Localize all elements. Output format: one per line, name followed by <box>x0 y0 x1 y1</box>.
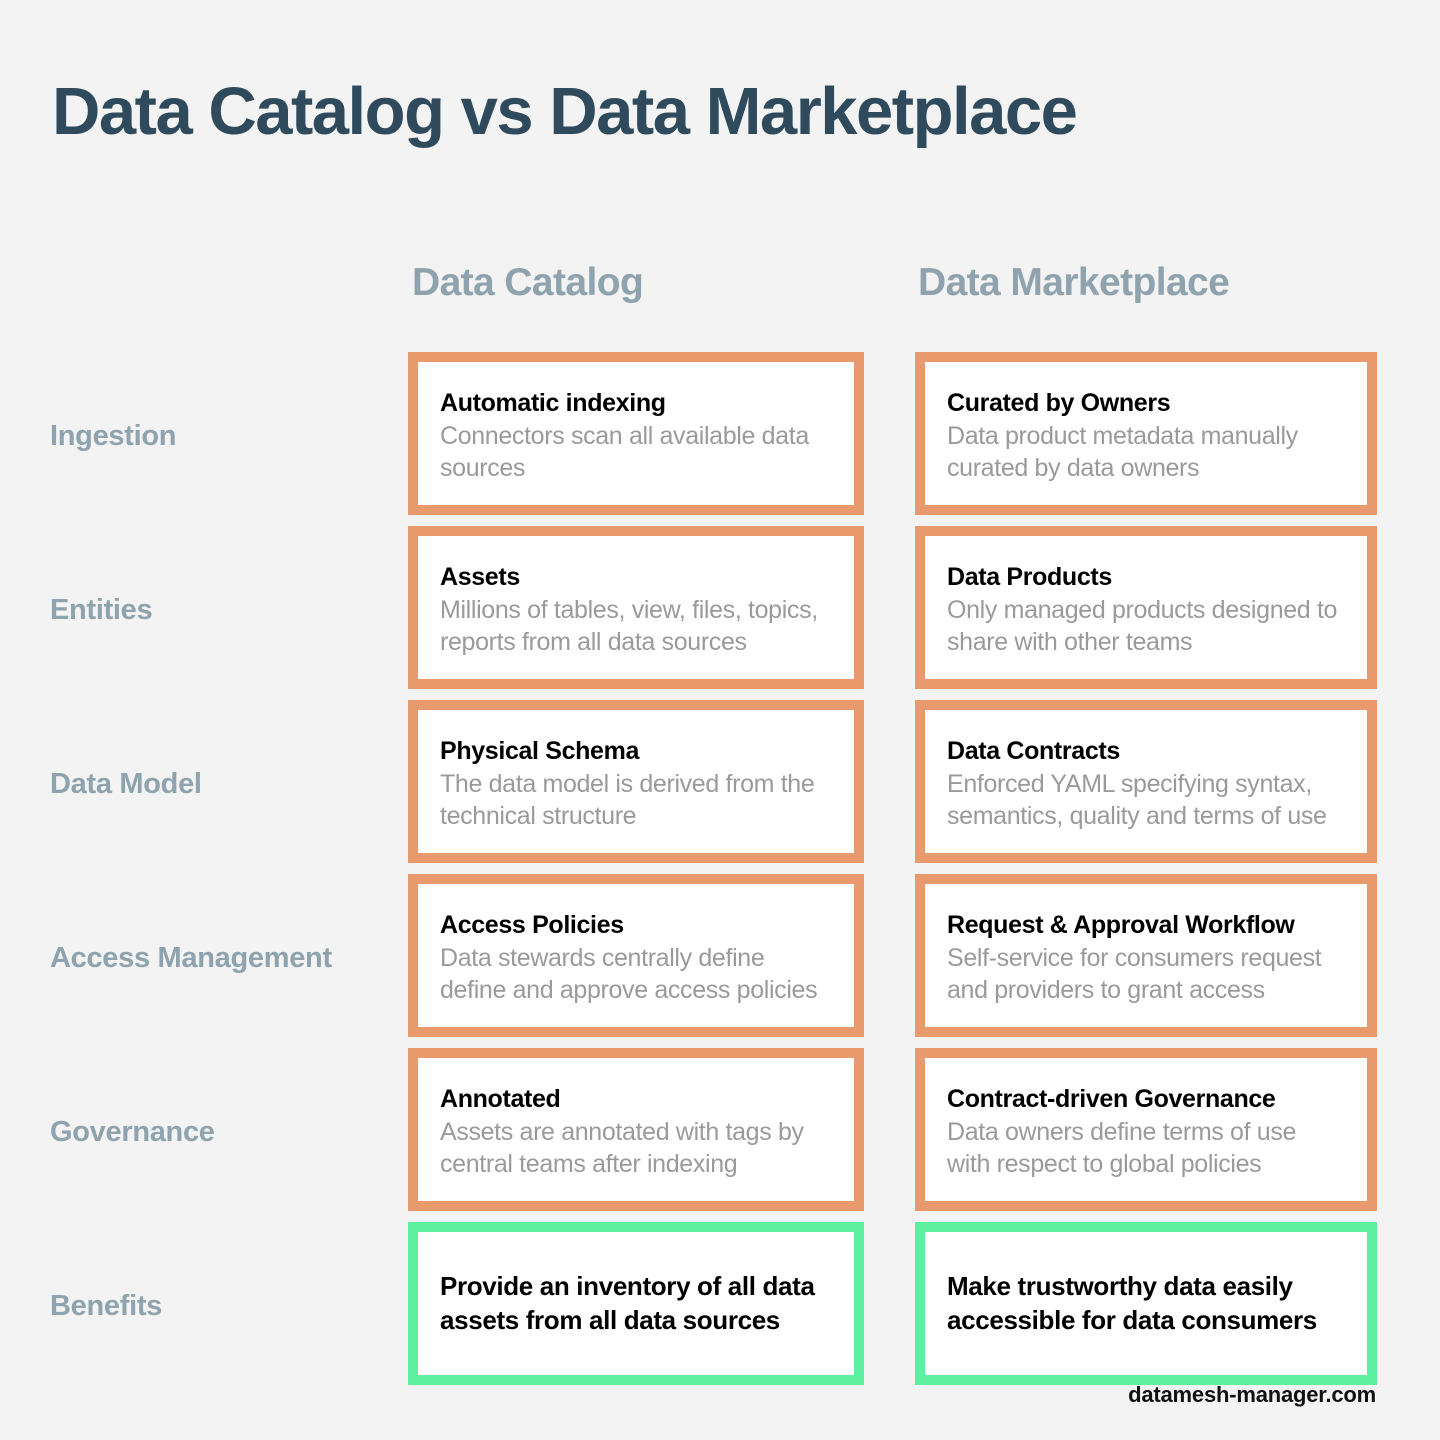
card-description: Enforced YAML specifying syntax, semanti… <box>947 769 1327 830</box>
card-catalog-governance[interactable]: Annotated Assets are annotated with tags… <box>408 1048 864 1211</box>
card-marketplace-governance[interactable]: Contract-driven Governance Data owners d… <box>915 1048 1377 1211</box>
card-title: Curated by Owners <box>947 389 1171 417</box>
card-catalog-data-model[interactable]: Physical Schema The data model is derive… <box>408 700 864 863</box>
row-label-governance: Governance <box>50 1115 215 1148</box>
comparison-grid: Ingestion Automatic indexing Connectors … <box>0 352 1440 1396</box>
card-description: Data stewards centrally define define an… <box>440 943 818 1004</box>
table-row: Data Model Physical Schema The data mode… <box>0 700 1440 869</box>
card-title: Access Policies <box>440 911 624 939</box>
card-marketplace-access-management[interactable]: Request & Approval Workflow Self-service… <box>915 874 1377 1037</box>
card-title: Data Products <box>947 563 1112 591</box>
table-row: Governance Annotated Assets are annotate… <box>0 1048 1440 1217</box>
card-marketplace-entities[interactable]: Data Products Only managed products desi… <box>915 526 1377 689</box>
card-description: Self-service for consumers request and p… <box>947 943 1322 1004</box>
row-label-entities: Entities <box>50 593 153 626</box>
card-catalog-benefits[interactable]: Provide an inventory of all data assets … <box>408 1222 864 1385</box>
card-description: Data product metadata manually curated b… <box>947 421 1298 482</box>
card-title: Contract-driven Governance <box>947 1085 1276 1113</box>
card-marketplace-ingestion[interactable]: Curated by Owners Data product metadata … <box>915 352 1377 515</box>
column-header-data-marketplace: Data Marketplace <box>918 261 1230 304</box>
card-title: Annotated <box>440 1085 561 1113</box>
table-row: Ingestion Automatic indexing Connectors … <box>0 352 1440 521</box>
card-title: Request & Approval Workflow <box>947 911 1295 939</box>
card-description: The data model is derived from the techn… <box>440 769 815 830</box>
card-description: Only managed products designed to share … <box>947 595 1338 656</box>
card-title: Data Contracts <box>947 737 1120 765</box>
card-catalog-entities[interactable]: Assets Millions of tables, view, files, … <box>408 526 864 689</box>
footer-source-label: datamesh-manager.com <box>1128 1382 1376 1407</box>
card-description: Data owners define terms of use with res… <box>947 1117 1297 1178</box>
table-row: Entities Assets Millions of tables, view… <box>0 526 1440 695</box>
card-title: Assets <box>440 563 520 591</box>
card-catalog-access-management[interactable]: Access Policies Data stewards centrally … <box>408 874 864 1037</box>
card-description: Connectors scan all available data sourc… <box>440 421 809 482</box>
card-title: Automatic indexing <box>440 389 666 417</box>
card-catalog-ingestion[interactable]: Automatic indexing Connectors scan all a… <box>408 352 864 515</box>
comparison-infographic: Data Catalog vs Data Marketplace Data Ca… <box>0 0 1440 1440</box>
card-title: Provide an inventory of all data assets … <box>440 1271 815 1335</box>
column-header-data-catalog: Data Catalog <box>412 261 644 304</box>
table-row: Benefits Provide an inventory of all dat… <box>0 1222 1440 1391</box>
row-label-ingestion: Ingestion <box>50 419 177 452</box>
row-label-benefits: Benefits <box>50 1289 163 1322</box>
page-title: Data Catalog vs Data Marketplace <box>52 74 1078 149</box>
card-title: Physical Schema <box>440 737 640 765</box>
row-label-data-model: Data Model <box>50 767 202 800</box>
card-description: Millions of tables, view, files, topics,… <box>440 595 818 656</box>
card-marketplace-data-model[interactable]: Data Contracts Enforced YAML specifying … <box>915 700 1377 863</box>
row-label-access-management: Access Management <box>50 941 332 974</box>
table-row: Access Management Access Policies Data s… <box>0 874 1440 1043</box>
card-marketplace-benefits[interactable]: Make trustworthy data easily accessible … <box>915 1222 1377 1385</box>
card-title: Make trustworthy data easily accessible … <box>947 1271 1317 1335</box>
card-description: Assets are annotated with tags by centra… <box>440 1117 804 1178</box>
